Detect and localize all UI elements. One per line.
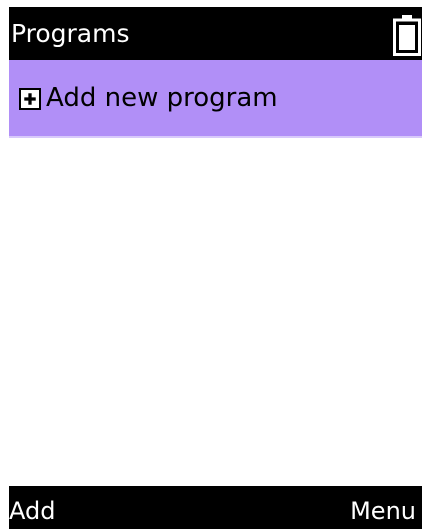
list-item-add-new-program[interactable]: Add new program <box>9 60 422 138</box>
battery-icon <box>393 15 421 56</box>
page-title: Programs <box>11 19 130 48</box>
plus-icon <box>19 88 41 110</box>
title-bar: Programs <box>9 7 422 60</box>
list-item-label: Add new program <box>46 83 278 113</box>
add-softkey-button[interactable]: Add <box>9 496 55 526</box>
phone-screen: Programs Add new program Add Menu <box>9 7 422 529</box>
menu-softkey-button[interactable]: Menu <box>350 496 416 526</box>
softkey-bar: Add Menu <box>9 486 422 529</box>
program-list: Add new program <box>9 60 422 486</box>
